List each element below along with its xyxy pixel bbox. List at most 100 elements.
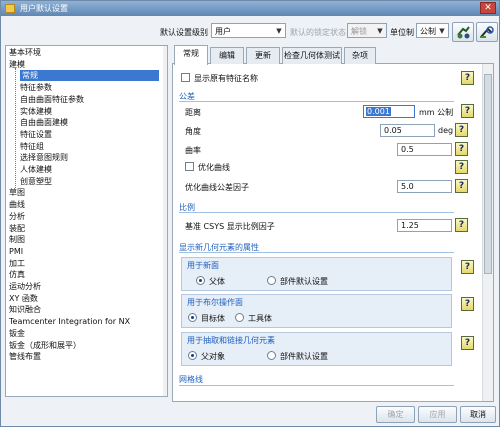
part-default-radio[interactable] <box>267 276 276 285</box>
csys-scale-input[interactable]: 1.25 <box>397 219 452 232</box>
settings-pane: 常规 编辑 更新 检查几何体测试 杂项 显示原有特征名称 ? 公差 距离 0.0… <box>172 45 494 402</box>
optimize-curves-checkbox[interactable] <box>185 162 194 171</box>
close-button[interactable]: ✕ <box>480 2 496 14</box>
help-icon[interactable]: ? <box>455 179 468 193</box>
tree-item[interactable]: 曲线 <box>9 199 25 210</box>
chevron-down-icon: ▼ <box>377 27 383 35</box>
tree-item[interactable]: 钣金（成形和展平） <box>9 340 81 351</box>
help-icon[interactable]: ? <box>461 297 474 311</box>
app-icon <box>5 4 15 13</box>
panel-scrollbar[interactable] <box>482 64 493 401</box>
part-default-label: 部件默认设置 <box>280 277 328 286</box>
tree-item[interactable]: 加工 <box>9 258 25 269</box>
extract-link-group-title: 用于抽取和链接几何元素 <box>187 336 275 345</box>
tab-general[interactable]: 常规 <box>174 45 208 65</box>
tree-item[interactable]: 分析 <box>9 211 25 222</box>
tree-item[interactable]: 基本环境 <box>9 47 41 58</box>
tree-item[interactable]: 制图 <box>9 234 25 245</box>
target-body-radio[interactable] <box>188 313 197 322</box>
optimize-factor-label: 优化曲线公差因子 <box>185 183 249 192</box>
tree-item[interactable]: 常规 <box>20 70 159 82</box>
manage-current-settings-button[interactable] <box>452 22 474 42</box>
chevron-down-icon: ▼ <box>439 27 445 35</box>
angle-value: 0.05 <box>384 126 402 135</box>
curvature-input[interactable]: 0.5 <box>397 143 452 156</box>
show-feature-names-label: 显示原有特征名称 <box>194 74 258 83</box>
tree-item[interactable]: 运动分析 <box>9 281 41 292</box>
parent-body-radio[interactable] <box>196 276 205 285</box>
scrollbar-thumb[interactable] <box>484 74 492 274</box>
part-default-label: 部件默认设置 <box>280 352 328 361</box>
settings-level-select[interactable]: 用户 ▼ <box>211 23 286 38</box>
tree-item[interactable]: 装配 <box>9 223 25 234</box>
tree-item[interactable]: Teamcenter Integration for NX <box>9 316 130 327</box>
tree-item[interactable]: 选择意图规则 <box>20 152 68 163</box>
tree-item[interactable]: 实体建模 <box>20 106 52 117</box>
tab-check-geometry[interactable]: 检查几何体测试 <box>282 47 342 64</box>
help-icon[interactable]: ? <box>461 104 474 118</box>
tree-item[interactable]: 创意塑型 <box>20 176 52 187</box>
apply-button[interactable]: 应用 <box>418 406 457 423</box>
tree-guide-line <box>15 68 16 192</box>
new-faces-group: 用于新面 父体 部件默认设置 <box>181 257 452 291</box>
tree-item[interactable]: 管线布置 <box>9 351 41 362</box>
distance-value: 0.001 <box>366 107 391 116</box>
angle-input[interactable]: 0.05 <box>380 124 435 137</box>
help-icon[interactable]: ? <box>455 160 468 174</box>
tree-scrollbar[interactable] <box>163 46 167 396</box>
user-defaults-dialog: 用户默认设置 ✕ 默认设置级别 用户 ▼ 默认的锁定状态 解锁 ▼ 单位制 公制… <box>0 0 500 427</box>
tree-item[interactable]: 自由曲面特征参数 <box>20 94 84 105</box>
tree-item[interactable]: PMI <box>9 246 23 257</box>
tab-update[interactable]: 更新 <box>246 47 280 64</box>
cancel-button[interactable]: 取消 <box>460 406 496 423</box>
help-icon[interactable]: ? <box>461 71 474 85</box>
tab-edit[interactable]: 编辑 <box>210 47 244 64</box>
target-body-label: 目标体 <box>201 314 225 323</box>
csys-scale-value: 1.25 <box>401 221 419 230</box>
boolean-faces-group: 用于布尔操作面 目标体 工具体 <box>181 294 452 328</box>
help-icon[interactable]: ? <box>455 218 468 232</box>
help-icon[interactable]: ? <box>461 336 474 350</box>
ok-button[interactable]: 确定 <box>376 406 415 423</box>
tab-misc[interactable]: 杂项 <box>344 47 376 64</box>
toolbar: 默认设置级别 用户 ▼ 默认的锁定状态 解锁 ▼ 单位制 公制 ▼ <box>1 17 499 47</box>
settings-level-value: 用户 <box>215 27 231 36</box>
tree-item[interactable]: 知识融合 <box>9 304 41 315</box>
lock-status-label: 默认的锁定状态 <box>290 28 346 37</box>
angle-label: 角度 <box>185 127 201 136</box>
tree-item[interactable]: 特征设置 <box>20 129 52 140</box>
tree-item[interactable]: 人体建模 <box>20 164 52 175</box>
section-divider <box>179 212 454 213</box>
distance-unit: mm 公制 <box>419 108 454 117</box>
find-default-button[interactable] <box>476 22 498 42</box>
tree-item[interactable]: 建模 <box>9 59 25 70</box>
tree-item[interactable]: XY 函数 <box>9 293 38 304</box>
manage-current-settings-icon <box>457 26 470 39</box>
help-icon[interactable]: ? <box>455 123 468 137</box>
category-tree[interactable]: 基本环境 建模 常规 特征参数 自由曲面特征参数 实体建模 自由曲面建模 特征设置 特征组 选择意… <box>5 45 168 397</box>
tree-item[interactable]: 自由曲面建模 <box>20 117 68 128</box>
optimize-curves-label: 优化曲线 <box>198 163 230 172</box>
lock-status-value: 解锁 <box>351 27 367 36</box>
general-tab-panel: 显示原有特征名称 ? 公差 距离 0.001 mm 公制 ? 角度 0.05 d… <box>172 64 494 402</box>
settings-level-label: 默认设置级别 <box>160 28 208 37</box>
distance-input[interactable]: 0.001 <box>363 105 415 118</box>
tree-item[interactable]: 特征参数 <box>20 82 52 93</box>
unit-system-label: 单位制 <box>390 28 414 37</box>
part-default-radio[interactable] <box>267 351 276 360</box>
tree-item[interactable]: 特征组 <box>20 141 44 152</box>
tree-item[interactable]: 钣金 <box>9 328 25 339</box>
tree-item[interactable]: 仿真 <box>9 269 25 280</box>
lock-status-select[interactable]: 解锁 ▼ <box>347 23 387 38</box>
section-divider <box>179 101 454 102</box>
help-icon[interactable]: ? <box>461 260 474 274</box>
help-icon[interactable]: ? <box>455 142 468 156</box>
optimize-factor-input[interactable]: 5.0 <box>397 180 452 193</box>
tree-item[interactable]: 草图 <box>9 187 25 198</box>
unit-system-select[interactable]: 公制 ▼ <box>416 23 449 38</box>
parent-object-radio[interactable] <box>188 351 197 360</box>
tool-body-radio[interactable] <box>235 313 244 322</box>
extract-link-group: 用于抽取和链接几何元素 父对象 部件默认设置 <box>181 332 452 366</box>
show-feature-names-checkbox[interactable] <box>181 73 190 82</box>
chevron-down-icon: ▼ <box>276 27 282 35</box>
